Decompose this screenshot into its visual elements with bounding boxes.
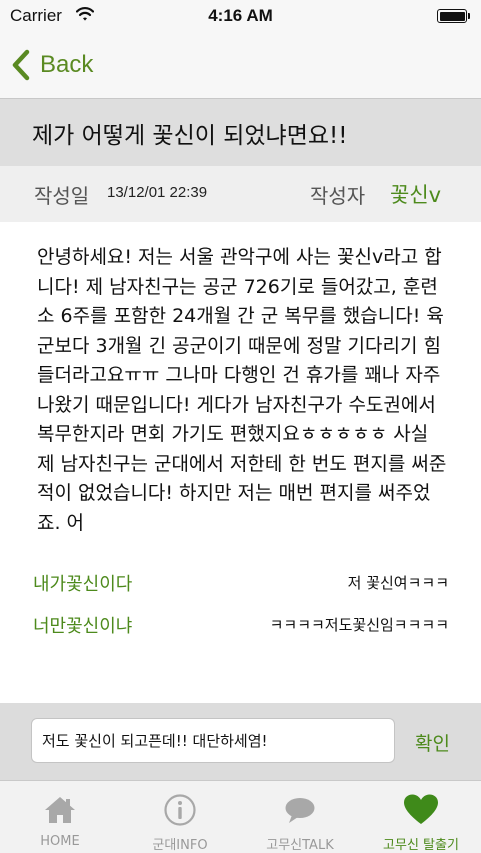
comment-author[interactable]: 내가꽃신이다 — [33, 570, 132, 596]
battery-cap — [468, 13, 470, 19]
comment-text: ㅋㅋㅋㅋ저도꽃신임ㅋㅋㅋㅋ — [269, 616, 449, 634]
tab-gomusin-escape[interactable]: 고무신 탈출기 — [361, 781, 481, 853]
comment-input[interactable] — [31, 718, 395, 763]
date-label: 작성일 — [34, 184, 90, 208]
back-button[interactable]: Back — [10, 48, 93, 82]
tab-label: 고무신TALK — [266, 838, 334, 853]
tab-bar: HOME 군대INFO 고무신TALK 고무신 탈출기 — [0, 780, 481, 853]
info-icon — [164, 794, 196, 826]
post-date: 13/12/01 22:39 — [107, 184, 208, 201]
status-bar: Carrier 4:16 AM — [0, 0, 481, 34]
battery-level — [439, 11, 465, 21]
battery-icon — [437, 9, 467, 23]
tab-military-info[interactable]: 군대INFO — [120, 781, 240, 853]
chevron-left-icon — [12, 49, 30, 81]
post-author[interactable]: 꽃신v — [390, 179, 441, 209]
heart-icon — [404, 794, 438, 824]
comment-input-bar: 확인 — [0, 703, 481, 780]
confirm-button[interactable]: 확인 — [415, 729, 450, 756]
tab-label: 고무신 탈출기 — [383, 838, 459, 853]
tab-gomusin-talk[interactable]: 고무신TALK — [240, 781, 360, 853]
back-label: Back — [40, 51, 94, 78]
comment-author[interactable]: 너만꽃신이냐 — [33, 612, 132, 638]
post-title-bar: 제가 어떻게 꽃신이 되었냐면요!! — [0, 99, 481, 166]
speech-bubble-icon — [285, 798, 315, 823]
tab-label: 군대INFO — [152, 838, 208, 853]
tab-home[interactable]: HOME — [0, 781, 120, 853]
screen: Carrier 4:16 AM Back 제가 어떻게 꽃신이 되었냐면요!! … — [0, 0, 481, 853]
tab-label: HOME — [40, 834, 80, 849]
author-label: 작성자 — [310, 184, 366, 208]
post-meta-bar: 작성일 13/12/01 22:39 작성자 꽃신v — [0, 166, 481, 222]
post-title: 제가 어떻게 꽃신이 되었냐면요!! — [32, 123, 348, 149]
post-body: 안녕하세요! 저는 서울 관악구에 사는 꽃신v라고 합니다! 제 남자친구는 … — [37, 246, 447, 534]
comment-text: 저 꽃신여ㅋㅋㅋ — [347, 574, 449, 592]
comment-row: 너만꽃신이냐 ㅋㅋㅋㅋ저도꽃신임ㅋㅋㅋㅋ — [0, 610, 481, 640]
home-icon — [45, 797, 75, 823]
comment-row: 내가꽃신이다 저 꽃신여ㅋㅋㅋ — [0, 568, 481, 598]
clock: 4:16 AM — [208, 6, 273, 25]
navigation-bar: Back — [0, 34, 481, 99]
